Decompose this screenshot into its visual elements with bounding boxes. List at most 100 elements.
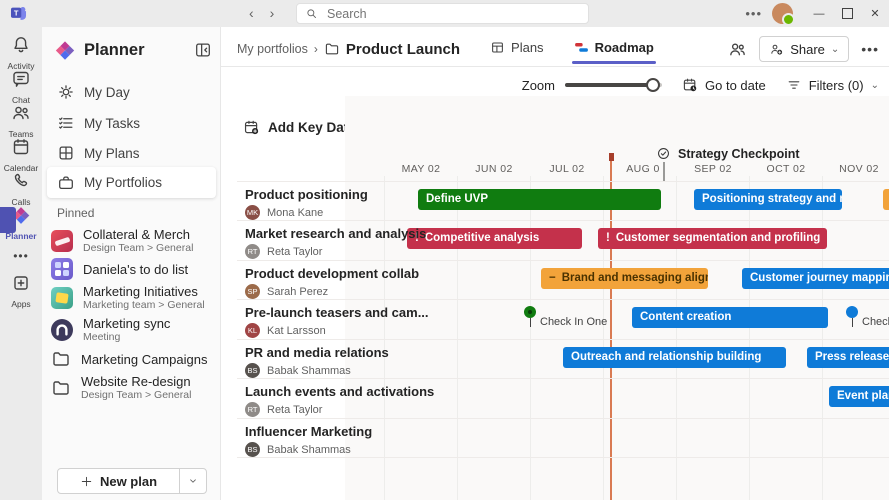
key-date-strategy-checkpoint[interactable]: Strategy Checkpoint xyxy=(656,146,800,161)
sidebar-item-my-plans[interactable]: My Plans xyxy=(47,138,216,168)
pinned-item-marketing-campaigns[interactable]: Marketing Campaigns xyxy=(47,349,216,369)
titlebar-more-icon[interactable]: ••• xyxy=(735,6,772,21)
task-bar-label: Positioning strategy and mess... xyxy=(702,193,842,205)
people-icon xyxy=(11,103,31,128)
user-avatar[interactable] xyxy=(772,3,793,24)
pinned-item-collateral-merch[interactable]: Collateral & MerchDesign Team > General xyxy=(47,227,216,254)
task-bar-outreach-and-relationship-building[interactable]: Outreach and relationship building xyxy=(563,347,786,368)
pinned-item-text: Website Re-designDesign Team > General xyxy=(81,374,191,401)
rail-item-activity[interactable]: Activity xyxy=(0,35,42,71)
forward-icon[interactable]: › xyxy=(270,4,275,23)
task-bar-event-planning[interactable]: Event planning xyxy=(829,386,889,407)
close-button[interactable]: ✕ xyxy=(861,0,889,27)
rail-item-more[interactable]: ••• xyxy=(0,249,42,263)
row-divider xyxy=(237,418,889,419)
task-bar-customer-journey-mapping[interactable]: Customer journey mapping xyxy=(742,268,889,289)
key-date-label: Strategy Checkpoint xyxy=(678,147,800,161)
search-input[interactable] xyxy=(325,6,580,22)
owner-avatar: BS xyxy=(245,442,260,457)
calendar-icon xyxy=(11,137,31,162)
month-label: SEP 02 xyxy=(687,163,739,175)
rail-item-calls[interactable]: Calls xyxy=(0,171,42,207)
task-row-influencer-marketing[interactable]: Influencer MarketingBSBabak Shammas xyxy=(245,424,345,457)
task-bar-label: Define UVP xyxy=(426,193,488,205)
back-icon[interactable]: ‹ xyxy=(249,4,254,23)
milestone-label: Check In One xyxy=(540,316,607,328)
pinned-item-marketing-sync[interactable]: Marketing syncMeeting xyxy=(47,316,216,343)
owner-name: Reta Taylor xyxy=(267,246,322,258)
task-bar-item[interactable] xyxy=(883,189,889,210)
search-box[interactable] xyxy=(296,3,589,24)
pinned-item-daniela-s-to-do-list[interactable]: Daniela's to do list xyxy=(47,258,216,280)
task-owner: RTReta Taylor xyxy=(245,402,345,417)
portfolios-icon xyxy=(57,174,75,192)
pinned-item-marketing-initiatives[interactable]: Marketing InitiativesMarketing team > Ge… xyxy=(47,284,216,311)
plan-more-icon[interactable]: ••• xyxy=(861,41,879,57)
task-bar-define-uvp[interactable]: Define UVP xyxy=(418,189,661,210)
new-plan-button[interactable]: New plan xyxy=(57,468,207,494)
new-plan-dropdown[interactable] xyxy=(179,469,206,493)
members-icon[interactable] xyxy=(728,40,747,59)
owner-avatar: RT xyxy=(245,402,260,417)
collapse-sidebar-icon[interactable] xyxy=(194,41,212,59)
sidebar-item-label: My Day xyxy=(84,85,130,100)
task-row-pr-and-media-relations[interactable]: PR and media relationsBSBabak Shammas xyxy=(245,345,345,378)
filters-button[interactable]: Filters (0) ⌄ xyxy=(786,77,879,93)
task-row-product-positioning[interactable]: Product positioningMKMona Kane xyxy=(245,187,345,220)
new-plan-label: New plan xyxy=(100,474,157,489)
tab-plans[interactable]: Plans xyxy=(488,38,546,61)
month-label: JUL 02 xyxy=(541,163,593,175)
maximize-icon xyxy=(842,8,853,19)
milestone-center-dot xyxy=(528,310,532,314)
rail-item-apps[interactable]: Apps xyxy=(0,273,42,309)
task-bar-content-creation[interactable]: Content creation xyxy=(632,307,828,328)
row-divider xyxy=(237,339,889,340)
task-row-launch-events-and-activations[interactable]: Launch events and activationsRTReta Tayl… xyxy=(245,384,345,417)
plus-icon xyxy=(80,475,93,488)
pinned-item-text: Daniela's to do list xyxy=(83,262,188,277)
pinned-item-website-re-design[interactable]: Website Re-designDesign Team > General xyxy=(47,374,216,401)
sidebar-item-my-day[interactable]: My Day xyxy=(47,77,216,107)
task-bar-competitive-analysis[interactable]: !Competitive analysis xyxy=(407,228,582,249)
milestone-check-in-one[interactable] xyxy=(524,306,536,318)
milestone-check-in[interactable] xyxy=(846,306,858,318)
pinned-item-title: Website Re-design xyxy=(81,374,191,389)
task-name: Pre-launch teasers and cam... xyxy=(245,305,345,320)
task-bar-brand-and-messaging-alignment[interactable]: −Brand and messaging alignment xyxy=(541,268,708,289)
task-bar-label: Press release writing xyxy=(815,351,889,363)
tab-roadmap[interactable]: Roadmap xyxy=(572,38,656,61)
sidebar-item-my-portfolios[interactable]: My Portfolios xyxy=(47,167,216,198)
rail-item-planner[interactable]: Planner xyxy=(0,205,42,241)
share-button[interactable]: Share ⌄ xyxy=(759,36,849,62)
svg-text:T: T xyxy=(14,9,19,18)
task-row-market-research-and-analysis[interactable]: Market research and analysisRTReta Taylo… xyxy=(245,226,345,259)
zoom-slider[interactable] xyxy=(565,78,662,92)
month-gridline xyxy=(676,176,677,500)
task-row-pre-launch-teasers-and-cam[interactable]: Pre-launch teasers and cam...KLKat Larss… xyxy=(245,305,345,338)
add-key-date-button[interactable]: Add Key Date xyxy=(243,119,356,136)
key-date-stem xyxy=(663,162,665,182)
sidebar-item-my-tasks[interactable]: My Tasks xyxy=(47,108,216,138)
plan-folder-icon xyxy=(324,41,340,57)
go-to-date-button[interactable]: Go to date xyxy=(682,77,766,93)
task-bar-positioning-strategy-and-mess[interactable]: Positioning strategy and mess... xyxy=(694,189,842,210)
rail-item-calendar[interactable]: Calendar xyxy=(0,137,42,173)
month-gridline xyxy=(749,176,750,500)
breadcrumb-chevron-icon: › xyxy=(314,42,318,56)
window-titlebar: T ‹ › ••• — ✕ xyxy=(0,0,889,27)
task-owner: SPSarah Perez xyxy=(245,284,345,299)
rail-item-teams[interactable]: Teams xyxy=(0,103,42,139)
task-bar-label: Customer segmentation and profiling xyxy=(616,232,820,244)
task-bar-press-release-writing[interactable]: Press release writing xyxy=(807,347,889,368)
active-indicator xyxy=(0,207,16,233)
task-bar-customer-segmentation-and-profiling[interactable]: !Customer segmentation and profiling xyxy=(598,228,827,249)
maximize-button[interactable] xyxy=(833,0,861,27)
owner-name: Sarah Perez xyxy=(267,286,328,298)
minimize-button[interactable]: — xyxy=(805,0,833,27)
task-row-product-development-collab[interactable]: Product development collabSPSarah Perez xyxy=(245,266,345,299)
filters-label: Filters (0) xyxy=(809,78,864,93)
breadcrumb[interactable]: My portfolios xyxy=(237,42,308,56)
add-key-date-label: Add Key Date xyxy=(268,120,356,135)
zoom-slider-thumb[interactable] xyxy=(646,78,660,92)
rail-item-chat[interactable]: Chat xyxy=(0,69,42,105)
